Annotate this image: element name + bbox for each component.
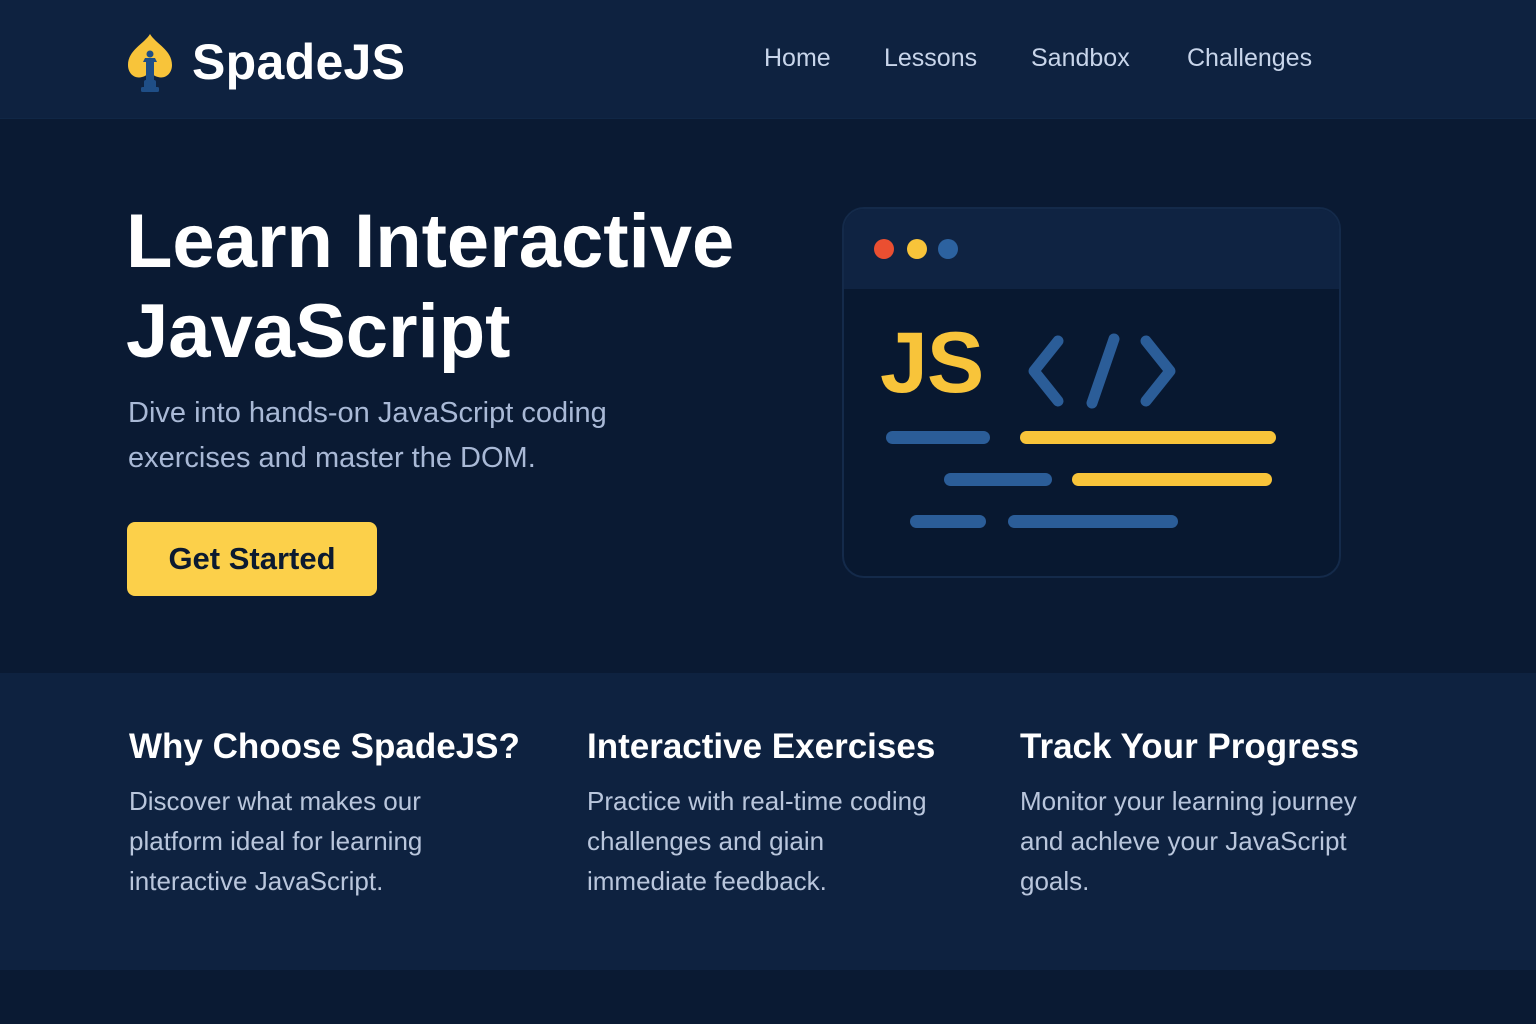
code-editor-illustration: JS xyxy=(842,207,1341,578)
hero-title-line-2: JavaScript xyxy=(126,289,511,374)
feature-title: Why Choose SpadeJS? xyxy=(129,727,520,766)
window-close-dot-icon xyxy=(874,239,894,259)
nav-sandbox[interactable]: Sandbox xyxy=(1031,44,1130,73)
main-nav: Home Lessons Sandbox Challenges xyxy=(0,44,1536,84)
js-label: JS xyxy=(880,315,984,411)
hero-title: Learn Interactive JavaScript xyxy=(126,197,826,377)
hero-title-line-1: Learn Interactive xyxy=(126,199,735,284)
get-started-button[interactable]: Get Started xyxy=(127,522,377,596)
window-maximize-dot-icon xyxy=(938,239,958,259)
code-line-placeholder xyxy=(1020,431,1276,444)
nav-challenges[interactable]: Challenges xyxy=(1187,44,1312,73)
feature-title: Track Your Progress xyxy=(1020,727,1360,766)
code-line-placeholder xyxy=(1072,473,1272,486)
code-line-placeholder xyxy=(1008,515,1178,528)
feature-card: Track Your Progress Monitor your learnin… xyxy=(1020,725,1400,901)
window-minimize-dot-icon xyxy=(907,239,927,259)
features-section: Why Choose SpadeJS? Discover what makes … xyxy=(0,673,1536,970)
feature-title: Interactive Exercises xyxy=(587,727,936,766)
feature-card: Why Choose SpadeJS? Discover what makes … xyxy=(129,725,529,901)
top-navbar: SpadeJS Home Lessons Sandbox Challenges xyxy=(0,0,1536,119)
hero-section: Learn Interactive JavaScript Dive into h… xyxy=(0,119,1536,673)
feature-description: Monitor your learning journey and achlev… xyxy=(1020,786,1357,896)
code-line-placeholder xyxy=(910,515,986,528)
feature-card: Interactive Exercises Practice with real… xyxy=(587,725,967,901)
nav-lessons[interactable]: Lessons xyxy=(884,44,977,73)
code-line-placeholder xyxy=(944,473,1052,486)
hero-subtitle: Dive into hands-on JavaScript coding exe… xyxy=(128,397,607,474)
footer-strip xyxy=(0,970,1536,1024)
nav-home[interactable]: Home xyxy=(764,44,831,73)
window-title-bar xyxy=(844,209,1339,289)
feature-description: Discover what makes our platform ideal f… xyxy=(129,786,423,896)
code-tag-icon xyxy=(1028,333,1176,409)
code-line-placeholder xyxy=(886,431,990,444)
feature-description: Practice with real-time coding challenge… xyxy=(587,786,927,896)
